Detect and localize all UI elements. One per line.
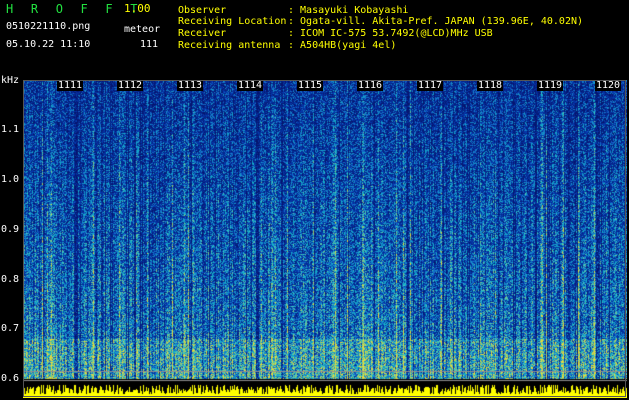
receiver-label: Receiver xyxy=(178,28,227,39)
x-tick-label: 1112 xyxy=(117,80,144,91)
spectrogram-canvas xyxy=(23,80,627,398)
y-tick-label: 0.6 xyxy=(1,373,20,384)
location-label: Receiving Location xyxy=(178,16,287,27)
observer-value: : Masayuki Kobayashi xyxy=(288,5,409,16)
unit-label: kHz xyxy=(1,75,20,86)
x-tick-label: 1113 xyxy=(177,80,204,91)
y-tick-label: 0.9 xyxy=(1,224,20,235)
observer-label: Observer xyxy=(178,5,227,16)
y-tick-label: 0.7 xyxy=(1,323,20,334)
x-tick-label: 1111 xyxy=(57,80,84,91)
x-tick-label: 1115 xyxy=(297,80,324,91)
antenna-value: : A504HB(yagi 4el) xyxy=(288,40,397,51)
detection-count: 111 xyxy=(140,39,159,50)
x-tick-label: 1116 xyxy=(357,80,384,91)
antenna-label: Receiving antenna xyxy=(178,40,281,51)
x-tick-label: 1117 xyxy=(417,80,444,91)
date-time: 05.10.22 11:10 xyxy=(6,39,91,50)
x-tick-label: 1119 xyxy=(537,80,564,91)
x-tick-label: 1120 xyxy=(595,80,622,91)
x-tick-label: 1114 xyxy=(237,80,264,91)
file-name: 0510221110.png xyxy=(6,21,91,32)
location-value: : Ogata-vill. Akita-Pref. JAPAN (139.96E… xyxy=(288,16,584,27)
y-tick-label: 1.0 xyxy=(1,174,20,185)
app-version: 1.00 xyxy=(124,2,151,15)
mode-label: meteor xyxy=(124,24,161,35)
y-tick-label: 1.1 xyxy=(1,124,20,135)
receiver-value: : ICOM IC-575 53.7492(@LCD)MHz USB xyxy=(288,28,493,39)
y-tick-label: 0.8 xyxy=(1,274,20,285)
x-tick-label: 1118 xyxy=(477,80,504,91)
app-title: H R O F F T xyxy=(6,2,143,16)
